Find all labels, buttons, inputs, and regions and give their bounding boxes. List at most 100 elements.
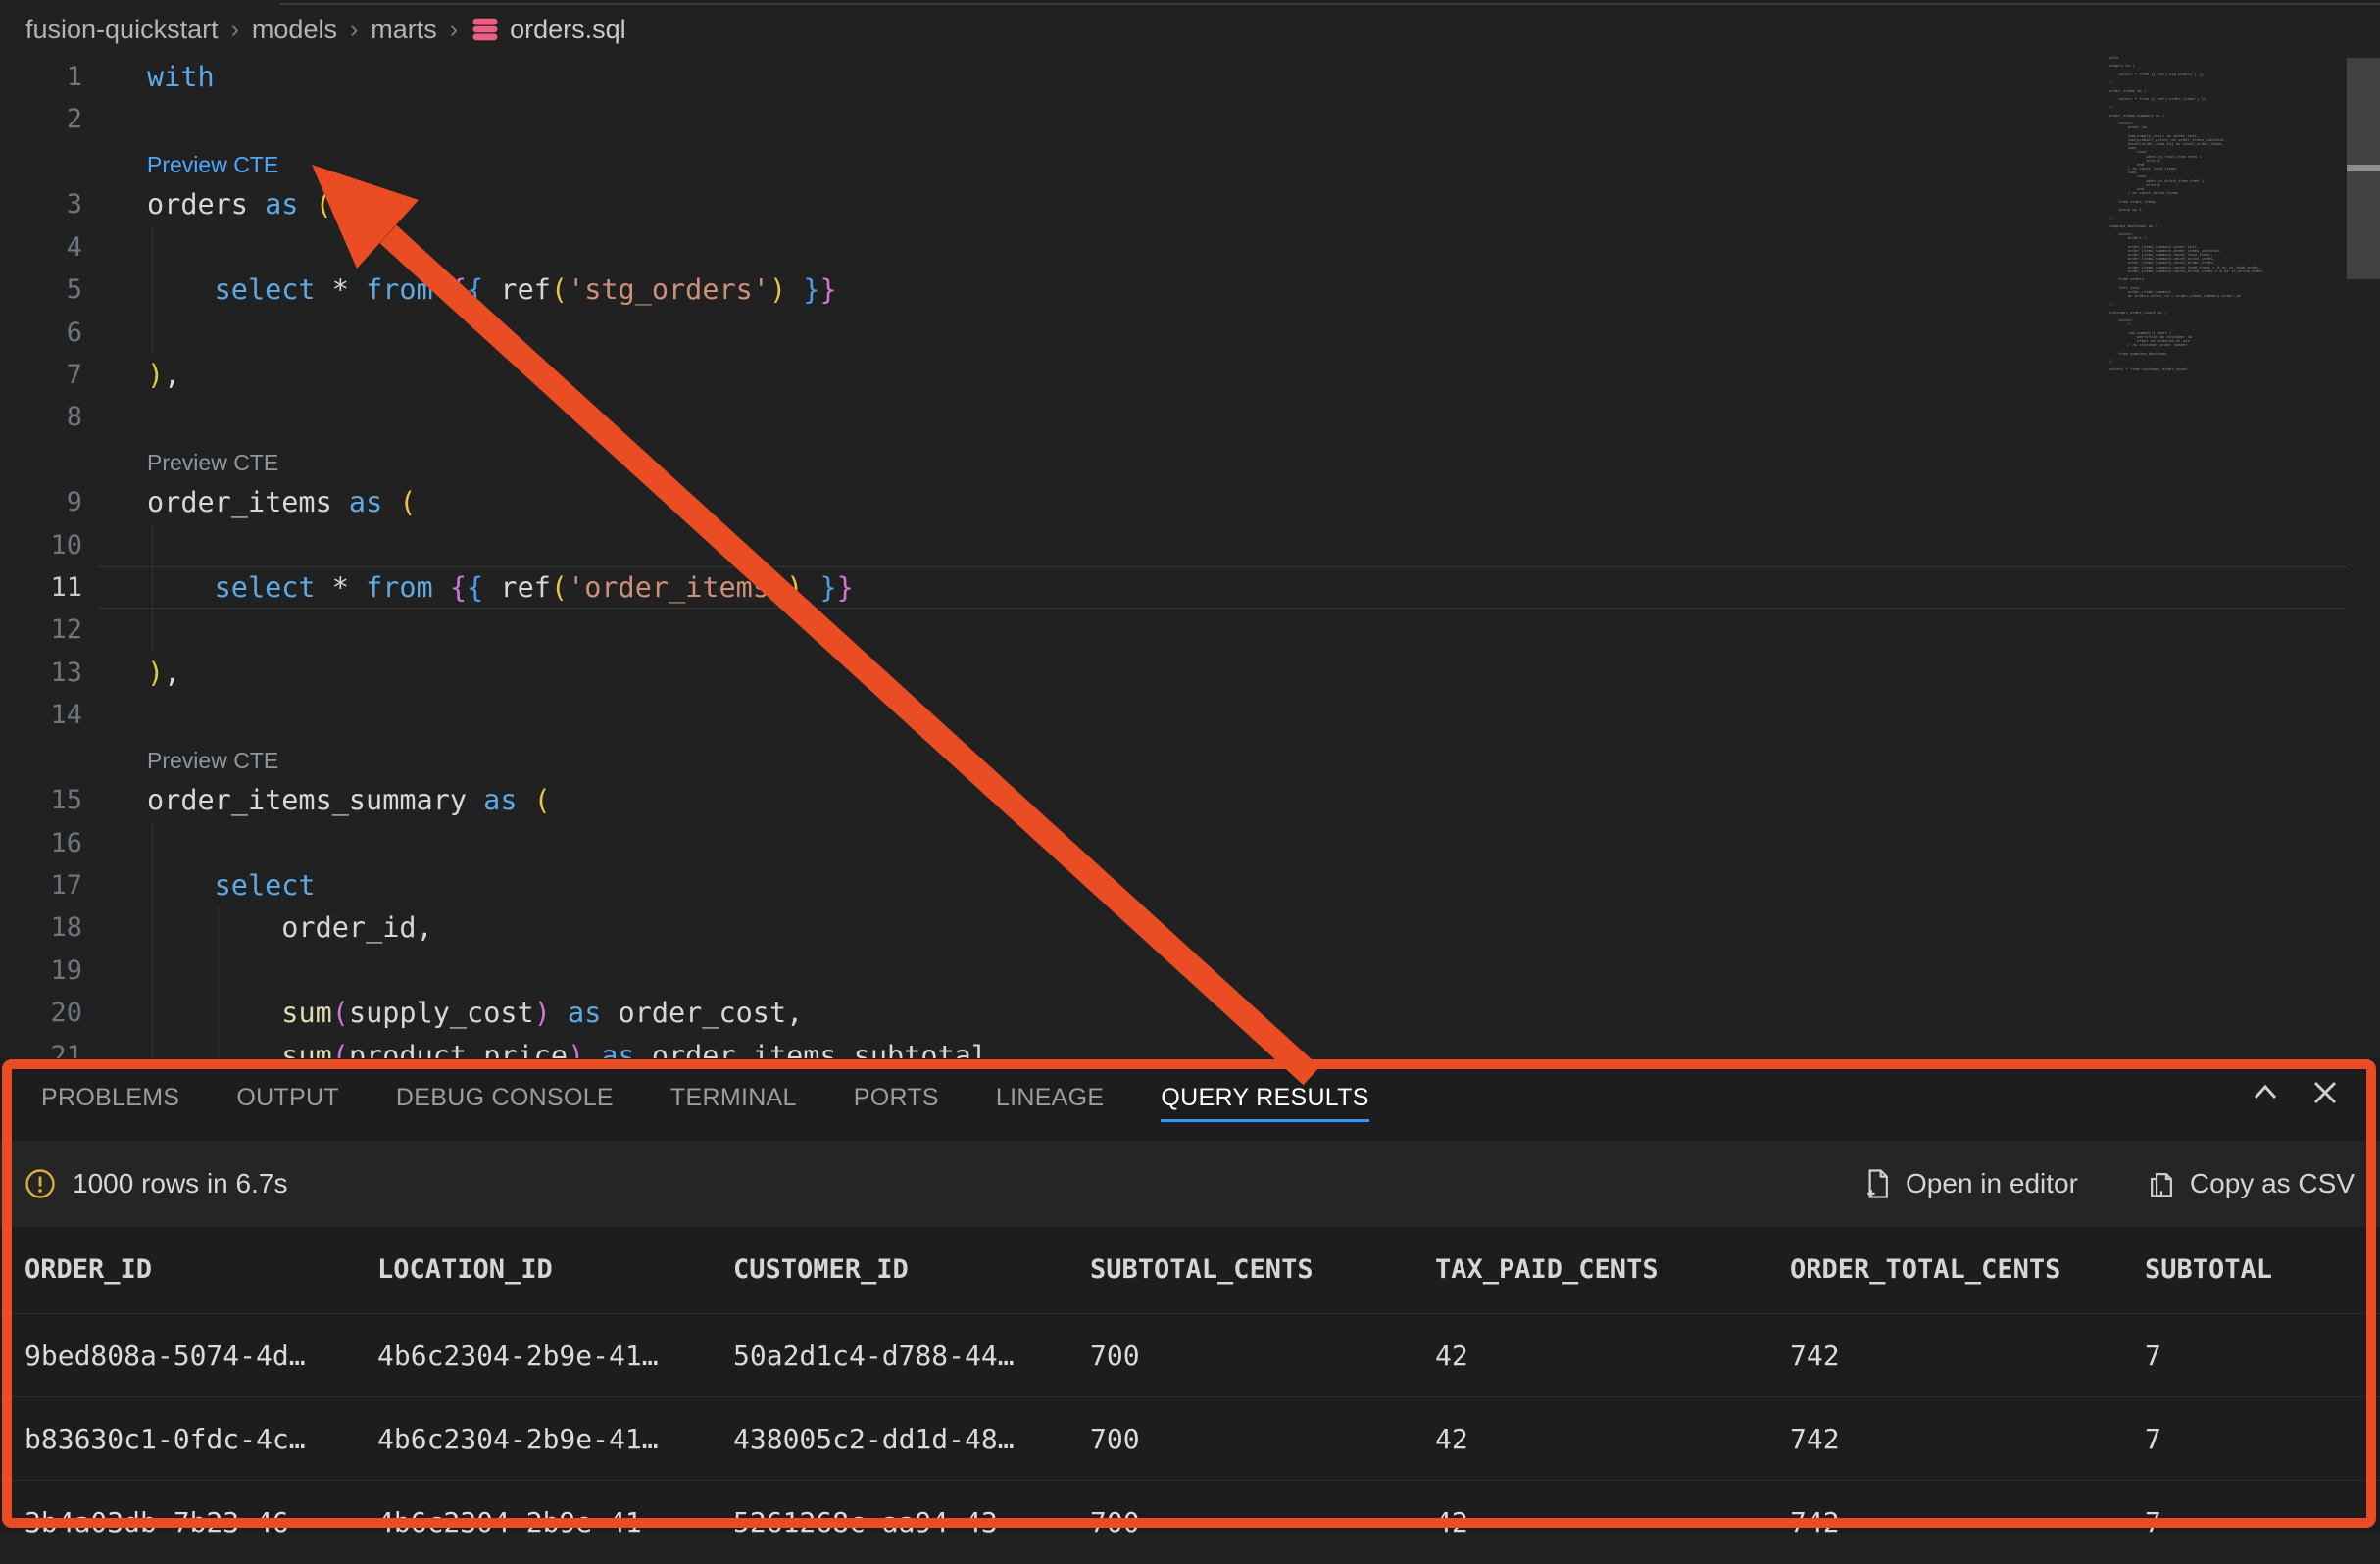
line-number: 16: [0, 822, 82, 864]
line-number: 7: [0, 354, 82, 396]
line-number: 18: [0, 906, 82, 949]
codelens-row: Preview CTE: [0, 141, 2380, 183]
code-line-3: 3 orders as (: [0, 183, 2380, 225]
indent-guide: [152, 312, 153, 354]
code-text: sum(supply_cost) as order_cost,: [147, 992, 803, 1034]
collapse-panel-button[interactable]: [2246, 1075, 2285, 1110]
code-line-6: 6: [0, 312, 2380, 354]
close-panel-button[interactable]: [2306, 1075, 2345, 1110]
results-table-header: ORDER_ID LOCATION_ID CUSTOMER_ID SUBTOTAL_C…: [0, 1227, 2380, 1313]
code-text: with: [147, 56, 215, 98]
panel-tab-ports[interactable]: PORTS: [854, 1070, 939, 1125]
line-number: 3: [0, 183, 82, 225]
panel-tab-output[interactable]: OUTPUT: [236, 1070, 339, 1125]
line-number: 5: [0, 269, 82, 311]
breadcrumb-item-models[interactable]: models: [252, 15, 337, 45]
code-line-10: 10: [0, 524, 2380, 566]
copy-icon: [2147, 1168, 2176, 1199]
chevron-up-icon: [2248, 1075, 2283, 1110]
line-number: 9: [0, 481, 82, 523]
line-number: 11: [0, 566, 82, 609]
line-number: 4: [0, 226, 82, 269]
table-cell: 742: [1790, 1314, 1840, 1397]
scrollbar-position-marker: [2347, 165, 2380, 171]
column-header-order_id[interactable]: ORDER_ID: [25, 1227, 152, 1313]
code-line-8: 8: [0, 396, 2380, 438]
line-number: 6: [0, 312, 82, 354]
code-line-4: 4: [0, 226, 2380, 269]
line-number: 17: [0, 864, 82, 906]
table-cell: 42: [1435, 1397, 1468, 1481]
breadcrumb-item-fusion-quickstart[interactable]: fusion-quickstart: [25, 15, 219, 45]
line-number: 8: [0, 396, 82, 438]
code-text: order_items as (: [147, 481, 417, 523]
table-cell: 4b6c2304-2b9e-41…: [377, 1397, 659, 1481]
line-number: 2: [0, 98, 82, 140]
query-results-actions: Open in editor Copy as CSV: [1862, 1141, 2355, 1227]
table-cell: 9bed808a-5074-4d…: [25, 1314, 306, 1397]
code-line-12: 12: [0, 609, 2380, 651]
panel-tab-query-results[interactable]: QUERY RESULTS: [1161, 1070, 1368, 1125]
column-header-tax_paid_cents[interactable]: TAX_PAID_CENTS: [1435, 1227, 1659, 1313]
indent-guide: [218, 950, 219, 992]
open-file-icon: [1862, 1168, 1892, 1199]
indent-guide: [152, 950, 153, 992]
column-header-order_total_cents[interactable]: ORDER_TOTAL_CENTS: [1790, 1227, 2060, 1313]
panel-tab-debug-console[interactable]: DEBUG CONSOLE: [396, 1070, 614, 1125]
table-row[interactable]: 9bed808a-5074-4d… 4b6c2304-2b9e-41… 50a2d1…: [0, 1313, 2380, 1397]
code-line-7: 7),: [0, 354, 2380, 396]
line-number: 13: [0, 652, 82, 694]
minimap[interactable]: with orders as ( select * from {{ ref('s…: [2109, 56, 2341, 371]
indent-guide: [152, 609, 153, 651]
breadcrumb-separator: ›: [231, 16, 239, 44]
column-header-subtotal[interactable]: SUBTOTAL: [2145, 1227, 2272, 1313]
panel-tab-terminal[interactable]: TERMINAL: [670, 1070, 797, 1125]
line-number: 10: [0, 524, 82, 566]
table-cell: 42: [1435, 1314, 1468, 1397]
table-row[interactable]: 3b4a03db-7b23-464b6c2304-2b9e-415261268c…: [0, 1480, 2380, 1564]
table-cell: 7: [2145, 1397, 2161, 1481]
column-header-subtotal_cents[interactable]: SUBTOTAL_CENTS: [1090, 1227, 1314, 1313]
preview-cte-link[interactable]: Preview CTE: [147, 147, 278, 182]
code-line-1: 1 with: [0, 56, 2380, 98]
panel-tab-lineage[interactable]: LINEAGE: [996, 1070, 1104, 1125]
table-cell: 700: [1090, 1481, 1140, 1564]
code-line-17: 17 select: [0, 864, 2380, 906]
breadcrumb-file-label: orders.sql: [510, 15, 626, 45]
code-text: select: [147, 864, 316, 906]
table-cell: 742: [1790, 1481, 1840, 1564]
line-number: 14: [0, 694, 82, 736]
table-row[interactable]: b83630c1-0fdc-4c…4b6c2304-2b9e-41…438005…: [0, 1396, 2380, 1481]
line-number: 1: [0, 56, 82, 98]
breadcrumb-item-marts[interactable]: marts: [371, 15, 437, 45]
panel-tab-bar: PROBLEMS OUTPUT DEBUG CONSOLE TERMINAL PORTS…: [41, 1070, 1369, 1125]
table-cell: 7: [2145, 1314, 2161, 1397]
code-line-20: 20 sum(supply_cost) as order_cost,: [0, 992, 2380, 1034]
code-editor[interactable]: 1 with 2 Preview CTE 3 orders as ( 45 select *…: [0, 0, 2380, 1058]
breadcrumb-item-file[interactable]: orders.sql: [471, 15, 626, 45]
line-number: 15: [0, 779, 82, 821]
breadcrumb: fusion-quickstart›models›marts› orders.s…: [25, 8, 626, 51]
column-header-customer_id[interactable]: CUSTOMER_ID: [733, 1227, 909, 1313]
line-number: 21: [0, 1035, 82, 1058]
preview-cte-link[interactable]: Preview CTE: [147, 743, 278, 778]
open-in-editor-label: Open in editor: [1906, 1168, 2078, 1199]
table-cell: 4b6c2304-2b9e-41…: [377, 1314, 659, 1397]
code-text: select * from {{ ref('stg_orders') }}: [147, 269, 837, 311]
code-line-2: 2: [0, 98, 2380, 140]
codelens-row: Preview CTE: [0, 439, 2380, 481]
table-cell: 742: [1790, 1397, 1840, 1481]
database-icon: [471, 15, 500, 44]
copy-as-csv-button[interactable]: Copy as CSV: [2147, 1168, 2355, 1199]
table-cell: 4b6c2304-2b9e-41: [377, 1481, 642, 1564]
line-number: 20: [0, 992, 82, 1034]
preview-cte-link[interactable]: Preview CTE: [147, 445, 278, 480]
table-cell: 50a2d1c4-d788-44…: [733, 1314, 1015, 1397]
code-text: orders as (: [147, 183, 332, 225]
column-header-location_id[interactable]: LOCATION_ID: [377, 1227, 553, 1313]
open-in-editor-button[interactable]: Open in editor: [1862, 1168, 2078, 1199]
query-results-toolbar: 1000 rows in 6.7s Open in editor: [0, 1141, 2380, 1227]
codelens-row: Preview CTE: [0, 737, 2380, 779]
warning-circle-icon: [24, 1167, 57, 1200]
panel-tab-problems[interactable]: PROBLEMS: [41, 1070, 179, 1125]
